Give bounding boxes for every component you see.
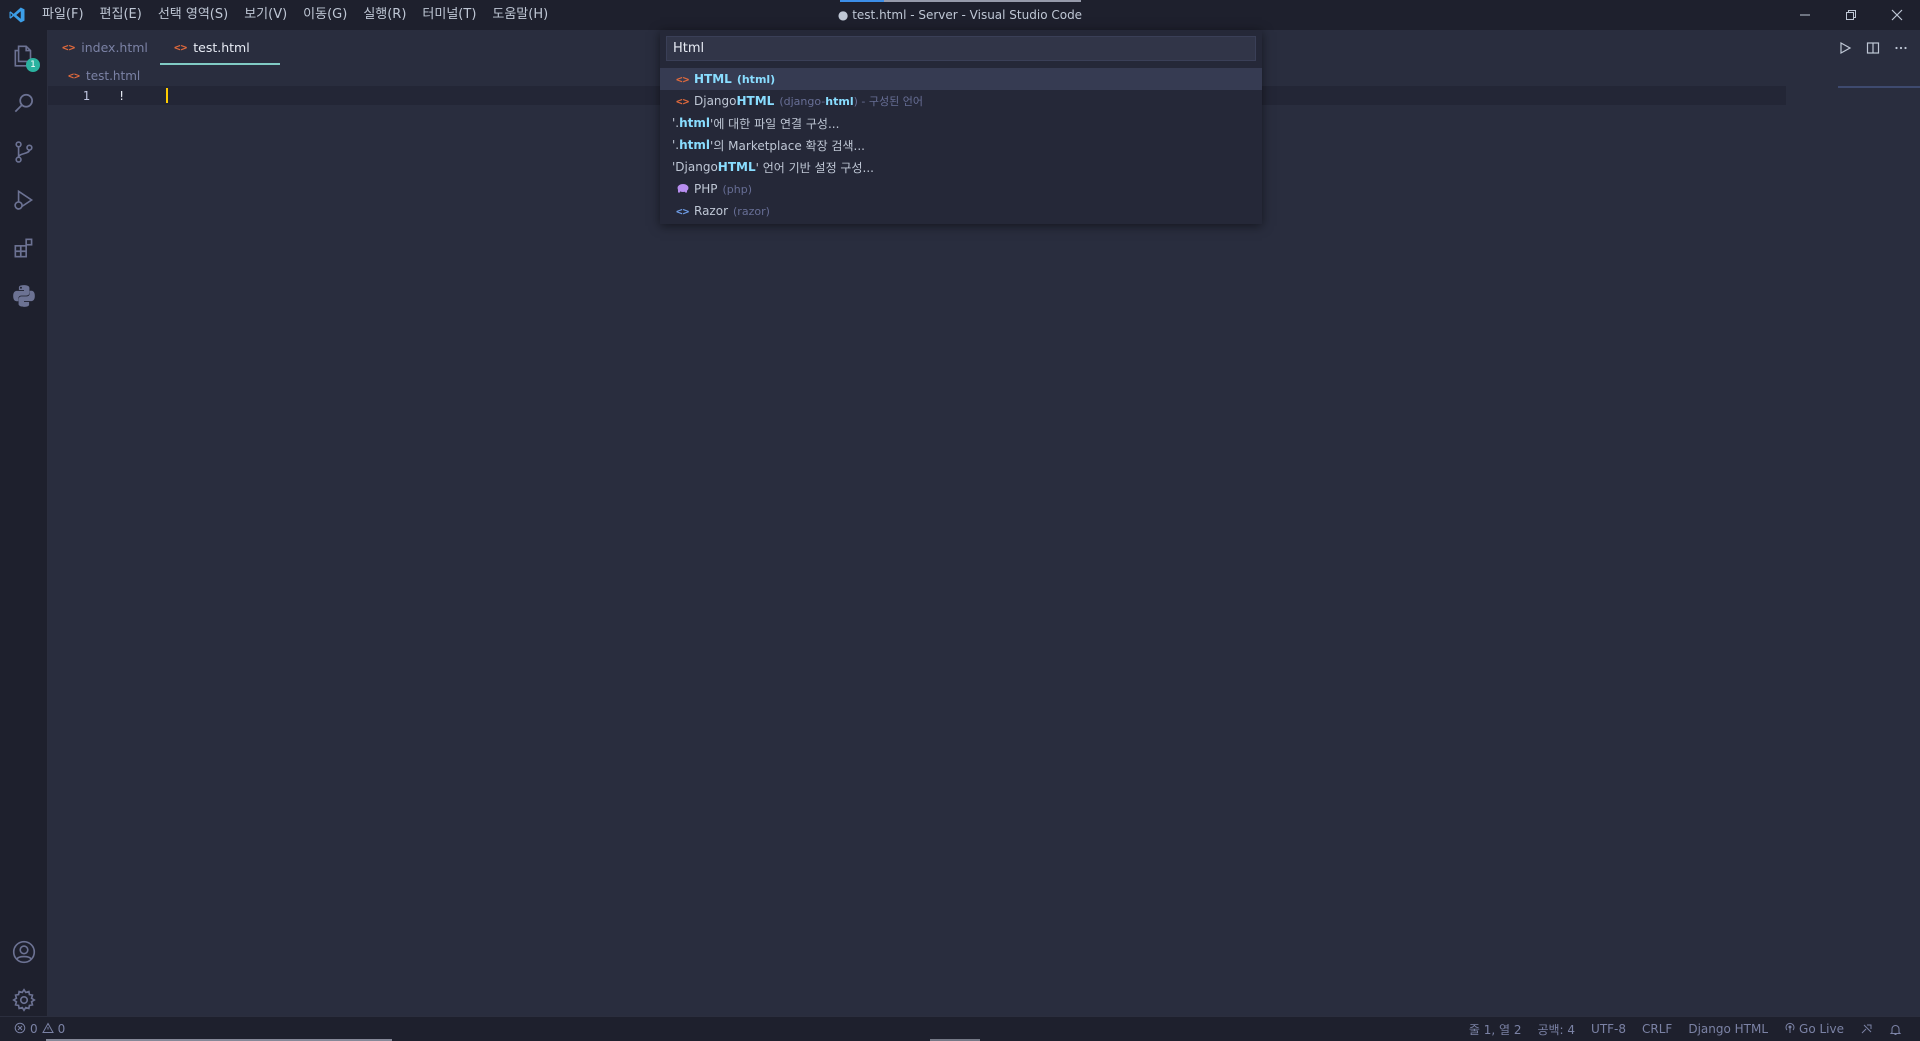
go-live-button[interactable]: Go Live bbox=[1776, 1022, 1852, 1037]
window-controls bbox=[1782, 0, 1920, 30]
item-description: (html) bbox=[736, 72, 776, 86]
html-file-icon: <> bbox=[174, 41, 188, 54]
line-ending[interactable]: CRLF bbox=[1634, 1022, 1680, 1036]
notifications-bell-icon[interactable] bbox=[1881, 1023, 1910, 1036]
item-description: (php) bbox=[722, 182, 753, 196]
tab-label: test.html bbox=[193, 40, 250, 55]
editor-area[interactable]: 1 ! bbox=[48, 86, 1920, 1016]
list-item[interactable]: '. html '에 대한 파일 연결 구성... bbox=[660, 112, 1262, 134]
title-bar: 파일(F) 편집(E) 선택 영역(S) 보기(V) 이동(G) 실행(R) 터… bbox=[0, 0, 1920, 30]
list-item[interactable]: <> Django HTML (django-html) - 구성된 언어 bbox=[660, 90, 1262, 112]
tab-label: index.html bbox=[81, 40, 148, 55]
desc-prefix: (django- bbox=[779, 95, 826, 108]
html-file-icon: <> bbox=[62, 41, 76, 54]
tab-index-html[interactable]: <> index.html bbox=[48, 30, 160, 65]
editor-actions bbox=[1834, 30, 1912, 65]
menu-edit[interactable]: 편집(E) bbox=[92, 0, 150, 30]
list-item[interactable]: 'Django HTML ' 언어 기반 설정 구성... bbox=[660, 156, 1262, 178]
run-debug-icon[interactable] bbox=[0, 176, 48, 224]
html-file-icon: <> bbox=[68, 70, 81, 82]
item-label-highlight: HTML bbox=[736, 94, 775, 108]
warning-icon bbox=[41, 1021, 54, 1037]
title-progress-indicator bbox=[840, 0, 884, 2]
menu-selection[interactable]: 선택 영역(S) bbox=[150, 0, 236, 30]
menu-run[interactable]: 실행(R) bbox=[355, 0, 414, 30]
feedback-icon[interactable] bbox=[1852, 1023, 1881, 1036]
menu-help[interactable]: 도움말(H) bbox=[484, 0, 556, 30]
problems-indicator[interactable]: 0 0 bbox=[0, 1021, 66, 1037]
menu-view[interactable]: 보기(V) bbox=[236, 0, 295, 30]
error-icon bbox=[14, 1022, 26, 1037]
minimize-button[interactable] bbox=[1782, 0, 1828, 30]
source-control-icon[interactable] bbox=[0, 128, 48, 176]
item-highlight: html bbox=[679, 116, 711, 130]
close-button[interactable] bbox=[1874, 0, 1920, 30]
html-file-icon: <> bbox=[676, 94, 690, 108]
encoding[interactable]: UTF-8 bbox=[1583, 1022, 1634, 1036]
quick-pick-input[interactable]: Html bbox=[666, 36, 1256, 61]
language-mode-picker: Html <> HTML (html) <> Django HTML (djan… bbox=[660, 30, 1262, 224]
desc-highlight: html bbox=[825, 95, 854, 108]
menu-go[interactable]: 이동(G) bbox=[295, 0, 355, 30]
item-suffix: - 구성된 언어 bbox=[857, 95, 923, 108]
python-icon[interactable] bbox=[0, 272, 48, 320]
breadcrumb[interactable]: <> test.html bbox=[68, 67, 140, 85]
tab-test-html[interactable]: <> test.html bbox=[160, 30, 280, 65]
php-elephant-icon bbox=[676, 183, 692, 196]
more-actions-icon[interactable] bbox=[1890, 37, 1912, 59]
restore-button[interactable] bbox=[1828, 0, 1874, 30]
razor-file-icon: <> bbox=[676, 204, 690, 218]
item-highlight: HTML bbox=[717, 160, 756, 174]
status-bar-right: 줄 1, 열 2 공백: 4 UTF-8 CRLF Django HTML Go… bbox=[1461, 1017, 1910, 1041]
quick-pick-list: <> HTML (html) <> Django HTML (django-ht… bbox=[660, 68, 1262, 222]
item-rest: '의 Marketplace 확장 검색... bbox=[710, 138, 865, 153]
item-quote: '. bbox=[672, 116, 680, 130]
list-item[interactable]: <> HTML (html) bbox=[660, 68, 1262, 90]
run-file-icon[interactable] bbox=[1834, 37, 1856, 59]
search-icon[interactable] bbox=[0, 80, 48, 128]
account-icon[interactable] bbox=[0, 928, 48, 976]
list-item[interactable]: '. html '의 Marketplace 확장 검색... bbox=[660, 134, 1262, 156]
extensions-icon[interactable] bbox=[0, 224, 48, 272]
list-item[interactable]: PHP (php) bbox=[660, 178, 1262, 200]
text-cursor bbox=[166, 88, 168, 103]
html-file-icon: <> bbox=[676, 72, 690, 86]
vscode-logo-icon bbox=[0, 0, 34, 30]
item-label: PHP bbox=[694, 182, 718, 196]
item-highlight: html bbox=[679, 138, 711, 152]
line-number: 1 bbox=[82, 88, 90, 103]
item-rest: '에 대한 파일 연결 구성... bbox=[710, 116, 840, 131]
item-label: HTML bbox=[694, 72, 732, 86]
indentation[interactable]: 공백: 4 bbox=[1529, 1021, 1583, 1038]
line-content[interactable]: ! bbox=[118, 89, 125, 103]
status-bar: 0 0 줄 1, 열 2 공백: 4 UTF-8 CRLF Django HTM… bbox=[0, 1016, 1920, 1041]
item-description: (razor) bbox=[733, 204, 770, 218]
menu-file[interactable]: 파일(F) bbox=[34, 0, 92, 30]
list-item[interactable]: <> Razor (razor) bbox=[660, 200, 1262, 222]
activity-bar: 1 bbox=[0, 30, 48, 1016]
language-mode[interactable]: Django HTML bbox=[1680, 1022, 1776, 1036]
explorer-icon[interactable]: 1 bbox=[0, 32, 48, 80]
explorer-badge: 1 bbox=[26, 58, 40, 72]
split-editor-icon[interactable] bbox=[1862, 37, 1884, 59]
item-description: (django-html) - 구성된 언어 bbox=[779, 93, 923, 109]
item-label-prefix: Django bbox=[694, 94, 737, 108]
item-quote: '. bbox=[672, 138, 680, 152]
minimap-viewport[interactable] bbox=[1838, 86, 1920, 88]
warning-count: 0 bbox=[57, 1022, 66, 1036]
go-live-label: Go Live bbox=[1799, 1022, 1844, 1036]
menu-bar: 파일(F) 편집(E) 선택 영역(S) 보기(V) 이동(G) 실행(R) 터… bbox=[34, 0, 556, 30]
error-count: 0 bbox=[30, 1022, 38, 1036]
menu-terminal[interactable]: 터미널(T) bbox=[414, 0, 484, 30]
breadcrumb-file[interactable]: test.html bbox=[86, 69, 140, 83]
cursor-position[interactable]: 줄 1, 열 2 bbox=[1461, 1021, 1530, 1038]
item-label: Razor bbox=[694, 204, 729, 218]
broadcast-icon bbox=[1784, 1022, 1796, 1037]
item-quote: 'Django bbox=[672, 160, 718, 174]
item-rest: ' 언어 기반 설정 구성... bbox=[755, 160, 874, 175]
